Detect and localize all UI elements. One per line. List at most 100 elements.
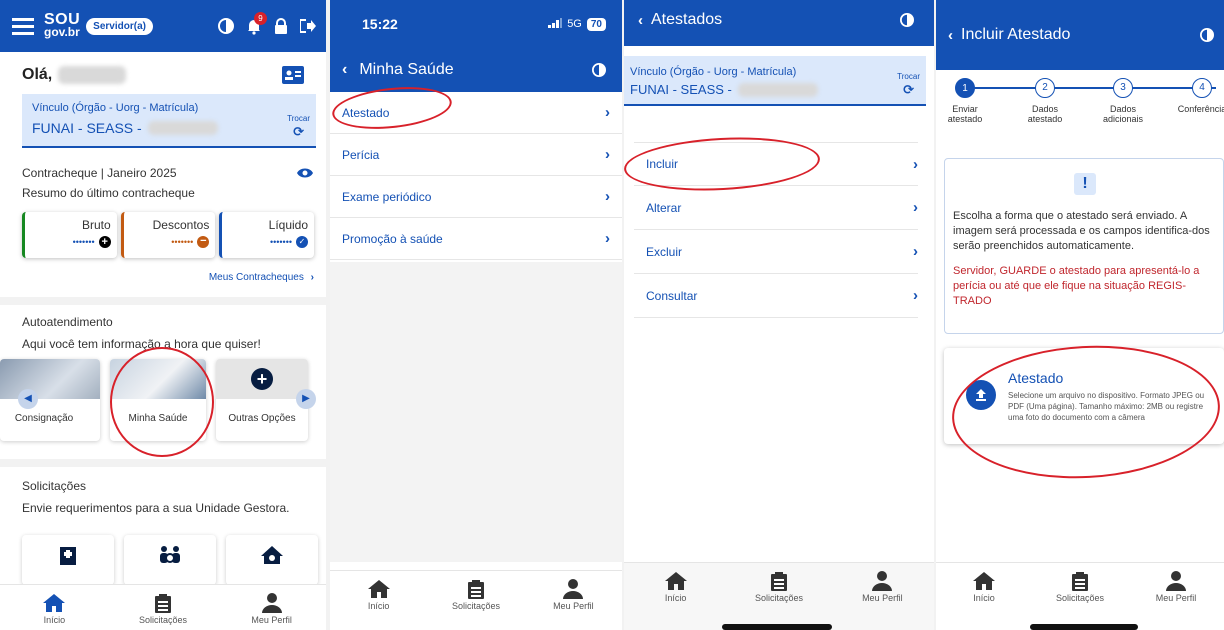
greeting-text: Olá, xyxy=(22,66,53,83)
menu-item-label: Exame periódico xyxy=(342,189,432,204)
contracheque-section: Contracheque | Janeiro 2025 Resumo do úl… xyxy=(0,148,326,283)
autoatendimento-subtitle: Aqui você tem informação a hora que quis… xyxy=(22,337,261,351)
logout-icon[interactable] xyxy=(300,19,316,33)
blurred-user-name xyxy=(58,66,127,84)
vinculo-selector[interactable]: Vínculo (Órgão - Uorg - Matrícula) FUNAI… xyxy=(624,56,926,106)
back-chevron-icon[interactable]: ‹ xyxy=(638,12,643,29)
step-4[interactable]: 4 Conferência xyxy=(1172,78,1224,114)
tab-meu-perfil[interactable]: Meu Perfil xyxy=(831,571,933,630)
tab-solicitacoes[interactable]: Solicitações xyxy=(428,579,524,630)
tab-inicio[interactable]: Início xyxy=(936,571,1031,630)
clipboard-icon xyxy=(467,580,484,599)
carousel-prev-button[interactable]: ◀ xyxy=(18,389,38,409)
chevron-right-icon: › xyxy=(605,104,610,121)
liquido-card[interactable]: Líquido ••••••• ✓ xyxy=(219,212,314,258)
solicitacoes-subtitle: Envie requerimentos para a sua Unidade G… xyxy=(22,501,290,515)
bell-icon[interactable]: 9 xyxy=(246,11,267,35)
eye-icon[interactable] xyxy=(296,167,314,179)
home-icon xyxy=(973,572,995,590)
tab-meu-perfil[interactable]: Meu Perfil xyxy=(1128,571,1223,630)
step-label: atestado xyxy=(947,114,983,124)
contrast-icon[interactable] xyxy=(900,13,914,27)
minha-saude-card[interactable]: Minha Saúde xyxy=(110,359,206,441)
family-card[interactable] xyxy=(124,535,216,585)
id-card-icon[interactable] xyxy=(282,66,304,84)
tab-meu-perfil[interactable]: Meu Perfil xyxy=(218,593,326,630)
bottom-tab-bar: Início Solicitações Meu Perfil xyxy=(330,570,622,630)
outras-opcoes-card[interactable]: + Outras Opções xyxy=(216,359,308,441)
page-title: Incluir Atestado xyxy=(961,26,1071,43)
tab-solicitacoes-label: Solicitações xyxy=(451,601,500,611)
clipboard-icon xyxy=(154,594,171,613)
upload-icon xyxy=(966,380,996,410)
tab-inicio-label: Início xyxy=(43,615,66,625)
vinculo-label: Vínculo (Órgão - Uorg - Matrícula) xyxy=(32,102,199,114)
check-circle-icon: ✓ xyxy=(296,236,309,248)
tab-inicio[interactable]: Início xyxy=(330,579,426,630)
plus-circle-icon: + xyxy=(98,236,111,248)
battery-indicator: 70 xyxy=(586,17,606,31)
meus-contracheques-label: Meus Contracheques xyxy=(208,272,304,283)
tab-inicio-label: Início xyxy=(367,601,390,611)
meus-contracheques-link[interactable]: Meus Contracheques › xyxy=(22,272,314,283)
status-bar: 15:22 5G 70 xyxy=(330,0,622,48)
back-chevron-icon[interactable]: ‹ xyxy=(948,27,953,44)
signal-icon xyxy=(548,17,563,31)
bruto-card[interactable]: Bruto ••••••• + xyxy=(22,212,117,258)
step-label: adicionais xyxy=(1102,114,1144,124)
tab-meu-perfil[interactable]: Meu Perfil xyxy=(525,579,621,630)
tab-solicitacoes[interactable]: Solicitações xyxy=(728,571,830,630)
plus-circle-icon: + xyxy=(251,368,273,390)
menu-item-consultar[interactable]: Consultar › xyxy=(634,274,918,318)
descontos-masked-value: ••••••• xyxy=(171,237,194,247)
section-divider xyxy=(0,459,326,467)
back-chevron-icon[interactable]: ‹ xyxy=(342,61,347,79)
menu-item-excluir[interactable]: Excluir › xyxy=(634,230,918,274)
step-1[interactable]: 1 Enviar atestado xyxy=(940,78,990,124)
page-title: Minha Saúde xyxy=(359,61,454,78)
role-badge[interactable]: Servidor(a) xyxy=(86,17,153,35)
consignacao-label: Consignação xyxy=(14,413,74,424)
autoatendimento-title: Autoatendimento xyxy=(22,315,113,329)
consignacao-card[interactable]: Consignação xyxy=(0,359,100,441)
contrast-icon[interactable] xyxy=(592,63,606,77)
solicitacoes-title: Solicitações xyxy=(22,479,87,493)
hospital-card[interactable] xyxy=(22,535,114,585)
carousel-next-button[interactable]: ▶ xyxy=(296,389,316,409)
step-2[interactable]: 2 Dados atestado xyxy=(1020,78,1070,124)
chevron-right-icon: › xyxy=(605,188,610,205)
menu-item-exame-periodico[interactable]: Exame periódico › xyxy=(330,176,622,218)
step-3[interactable]: 3 Dados adicionais xyxy=(1098,78,1148,124)
bottom-tab-bar: Início Solicitações Meu Perfil xyxy=(936,562,1224,630)
menu-item-incluir[interactable]: Incluir › xyxy=(634,142,918,186)
autoatendimento-section: Autoatendimento Aqui você tem informação… xyxy=(0,305,326,457)
section-divider xyxy=(0,297,326,305)
page-header: ‹ Incluir Atestado xyxy=(936,0,1224,70)
chevron-right-icon: › xyxy=(913,199,918,216)
menu-item-promocao-saude[interactable]: Promoção à saúde › xyxy=(330,218,622,260)
trocar-button[interactable]: Trocar ⟳ xyxy=(287,114,310,141)
menu-item-pericia[interactable]: Perícia › xyxy=(330,134,622,176)
bruto-label: Bruto xyxy=(81,218,111,232)
user-icon xyxy=(563,579,584,599)
home-icon xyxy=(367,580,390,598)
descontos-card[interactable]: Descontos ••••••• − xyxy=(120,212,216,258)
tab-inicio[interactable]: Início xyxy=(1,593,109,630)
upload-atestado-card[interactable]: Atestado Selecione um arquivo no disposi… xyxy=(944,348,1224,444)
blurred-matricula xyxy=(737,82,818,97)
house-card[interactable] xyxy=(226,535,318,585)
home-icon xyxy=(43,594,66,612)
contrast-icon[interactable] xyxy=(1200,28,1214,42)
lock-icon[interactable] xyxy=(274,18,288,34)
menu-item-atestado[interactable]: Atestado › xyxy=(330,92,622,134)
logo-bottom: gov.br xyxy=(44,25,80,39)
menu-item-alterar[interactable]: Alterar › xyxy=(634,186,918,230)
trocar-button[interactable]: Trocar ⟳ xyxy=(897,72,920,99)
vinculo-selector[interactable]: Vínculo (Órgão - Uorg - Matrícula) FUNAI… xyxy=(22,94,316,148)
tab-solicitacoes[interactable]: Solicitações xyxy=(109,593,217,630)
tab-solicitacoes[interactable]: Solicitações xyxy=(1032,571,1127,630)
contrast-icon[interactable] xyxy=(218,18,234,34)
hamburger-menu-icon[interactable] xyxy=(10,17,36,35)
tab-inicio[interactable]: Início xyxy=(625,571,727,630)
panel-atestados: ‹ Atestados Vínculo (Órgão - Uorg - Matr… xyxy=(624,0,934,630)
